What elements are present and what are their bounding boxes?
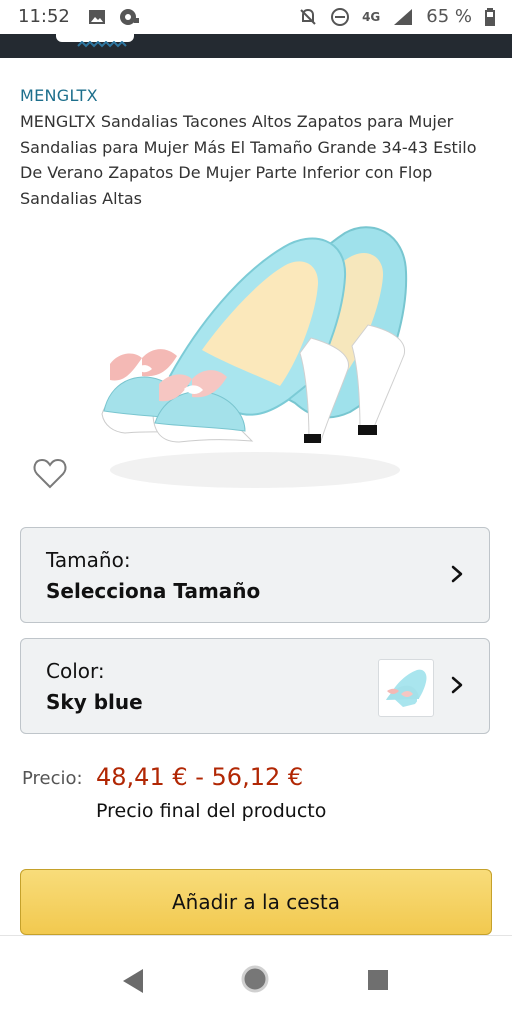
network-type: 4G <box>362 9 381 24</box>
price-note: Precio final del producto <box>96 800 327 822</box>
status-right: 4G 65 % <box>298 6 496 27</box>
wishlist-heart-icon[interactable] <box>32 456 68 492</box>
product-title: MENGLTX Sandalias Tacones Altos Zapatos … <box>20 112 477 208</box>
camera-sync-icon <box>120 9 139 25</box>
logo-fragment <box>56 34 134 48</box>
status-left-icons <box>88 8 140 26</box>
notifications-off-icon <box>300 8 316 25</box>
home-icon[interactable] <box>241 965 269 993</box>
do-not-disturb-icon <box>331 7 350 26</box>
color-swatch-thumbnail[interactable] <box>378 659 434 717</box>
shoe-thumbnail-icon <box>386 669 427 708</box>
color-selector[interactable]: Color: Sky blue <box>20 638 490 734</box>
android-navigation-bar <box>0 935 512 1025</box>
back-icon[interactable] <box>118 966 146 996</box>
shoe-illustration <box>101 226 408 488</box>
status-time: 11:52 <box>18 6 70 27</box>
chevron-right-icon <box>451 676 463 694</box>
color-value: Sky blue <box>46 690 143 714</box>
color-label: Color: <box>46 659 105 683</box>
brand-link[interactable]: MENGLTX <box>20 86 98 105</box>
size-value: Selecciona Tamaño <box>46 579 261 603</box>
battery-icon <box>485 7 495 26</box>
battery-percent: 65 % <box>426 6 472 27</box>
signal-icon <box>394 8 413 25</box>
image-icon <box>89 10 105 24</box>
product-image[interactable] <box>90 220 420 505</box>
chevron-right-icon <box>451 565 463 583</box>
size-label: Tamaño: <box>46 548 131 572</box>
status-bar: 11:52 4G 65 % <box>0 0 512 34</box>
price-range: 48,41 € - 56,12 € <box>96 763 304 791</box>
price-label: Precio: <box>22 768 83 789</box>
pattern-icon <box>77 40 127 48</box>
size-selector[interactable]: Tamaño: Selecciona Tamaño <box>20 527 490 623</box>
add-to-cart-button[interactable]: Añadir a la cesta <box>20 869 492 935</box>
recent-apps-icon[interactable] <box>367 969 389 991</box>
